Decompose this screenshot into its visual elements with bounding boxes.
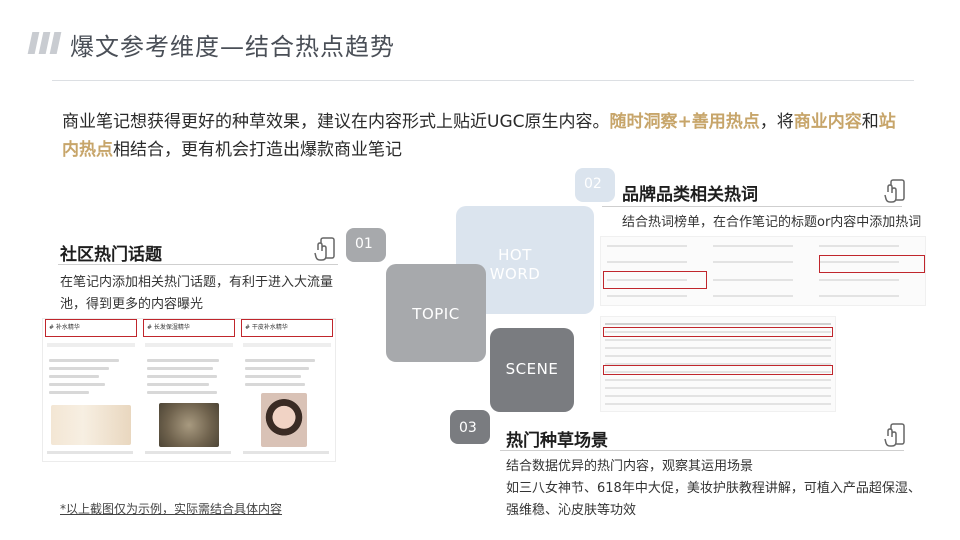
intro-highlight-2: 商业内容 [793, 112, 862, 132]
note-card: # 补水精华 [45, 319, 137, 459]
number-03: 03 [459, 420, 477, 436]
intro-paragraph: 商业笔记想获得更好的种草效果，建议在内容形式上贴近UGC原生内容。随时洞察+善用… [62, 108, 912, 164]
scene-title: 热门种草场景 [506, 431, 608, 451]
intro-text-3: 和 [861, 112, 879, 132]
brand-hotword-title: 品牌品类相关热词 [622, 185, 758, 205]
topic-tag-3: # 干皮补水精华 [241, 319, 333, 337]
product-image [51, 405, 131, 445]
product-image [159, 403, 219, 447]
scene-desc-line-2: 如三八女神节、618年中大促，美妆护肤教程讲解，可植入产品超保湿、 [506, 481, 921, 496]
footnote: *以上截图仅为示例，实际需结合具体内容 [60, 502, 283, 516]
tap-hand-icon [884, 179, 905, 203]
scene-label: SCENE [505, 360, 559, 378]
scene-desc: 结合数据优异的热门内容，观察其运用场景 如三八女神节、618年中大促，美妆护肤教… [506, 456, 926, 522]
intro-text-1: 商业笔记想获得更好的种草效果，建议在内容形式上贴近UGC原生内容。 [62, 112, 610, 132]
intro-text-4: 相结合，更有机会打造出爆款商业笔记 [113, 140, 402, 160]
hotword-highlight-box [819, 255, 925, 273]
topic-tag-1: # 补水精华 [45, 319, 137, 337]
hotword-highlight-box [603, 271, 707, 289]
ranking-highlight-box [603, 365, 833, 375]
page-title: 爆文参考维度—结合热点趋势 [70, 33, 395, 61]
number-02: 02 [584, 176, 602, 192]
tap-hand-icon [884, 423, 905, 447]
brand-hotword-desc: 结合热词榜单，在合作笔记的标题or内容中添加热词 [622, 215, 922, 230]
hot-word-line-1: HOT [498, 246, 532, 264]
topic-tag-2: # 长发保湿精华 [143, 319, 235, 337]
tap-hand-icon [314, 237, 335, 261]
header-divider [52, 80, 914, 81]
header-bars-icon [27, 32, 62, 54]
ranking-highlight-box [603, 327, 833, 337]
community-title-underline [58, 264, 338, 265]
community-screenshot: # 补水精华 # 长发保湿精华 # 干皮补水精华 [42, 318, 336, 462]
community-topic-desc: 在笔记内添加相关热门话题，有利于进入大流量池，得到更多的内容曝光 [60, 275, 334, 312]
scene-desc-line-3: 强维稳、沁皮肤等功效 [506, 503, 637, 518]
topic-label: TOPIC [412, 305, 460, 323]
scene-desc-line-1: 结合数据优异的热门内容，观察其运用场景 [506, 459, 754, 474]
hotword-ranking-screenshot [600, 316, 836, 412]
community-topic-title: 社区热门话题 [60, 245, 162, 265]
hotword-list-screenshot [600, 236, 926, 306]
number-01: 01 [355, 236, 373, 252]
person-image [261, 393, 307, 447]
note-card: # 干皮补水精华 [241, 319, 333, 459]
scene-title-underline [500, 450, 904, 451]
brand-title-underline [602, 206, 902, 207]
intro-text-2: ，将 [759, 112, 794, 132]
intro-highlight-1: 随时洞察+善用热点 [609, 112, 760, 132]
note-card: # 长发保湿精华 [143, 319, 235, 459]
